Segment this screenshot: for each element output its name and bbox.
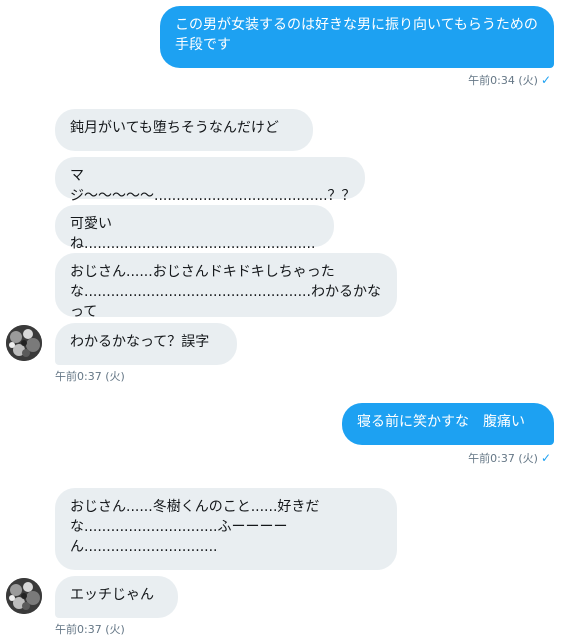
message-timestamp: 午前0:34 (火) ✓ xyxy=(468,73,551,88)
read-check-icon: ✓ xyxy=(540,451,551,465)
avatar-icon[interactable] xyxy=(6,578,42,614)
sent-message[interactable]: 寝る前に笑かすな 腹痛い xyxy=(342,403,554,445)
message-timestamp: 午前0:37 (火) xyxy=(55,623,125,636)
timestamp-text: 午前0:34 (火) xyxy=(468,74,538,87)
timestamp-text: 午前0:37 (火) xyxy=(468,452,538,465)
sent-message[interactable]: この男が女装するのは好きな男に振り向いてもらうための手段です xyxy=(160,6,554,68)
read-check-icon: ✓ xyxy=(540,73,551,87)
received-message[interactable]: わかるかなって？誤字 xyxy=(55,323,237,365)
dm-conversation: この男が女装するのは好きな男に振り向いてもらうための手段です 午前0:34 (火… xyxy=(0,0,563,641)
received-message[interactable]: 可愛いね....................................… xyxy=(55,205,334,252)
message-timestamp: 午前0:37 (火) xyxy=(55,370,125,383)
received-message[interactable]: 鈍月がいても堕ちそうなんだけど xyxy=(55,109,313,151)
received-message[interactable]: エッチじゃん xyxy=(55,576,178,618)
received-message[interactable]: おじさん......冬樹くんのこと......好きだな.............… xyxy=(55,488,397,570)
received-message[interactable]: おじさん......おじさんドキドキしちゃったな................… xyxy=(55,253,397,320)
avatar-icon[interactable] xyxy=(6,325,42,361)
received-message[interactable]: マジ〜〜〜〜〜.................................… xyxy=(55,157,365,204)
message-timestamp: 午前0:37 (火) ✓ xyxy=(468,451,551,466)
